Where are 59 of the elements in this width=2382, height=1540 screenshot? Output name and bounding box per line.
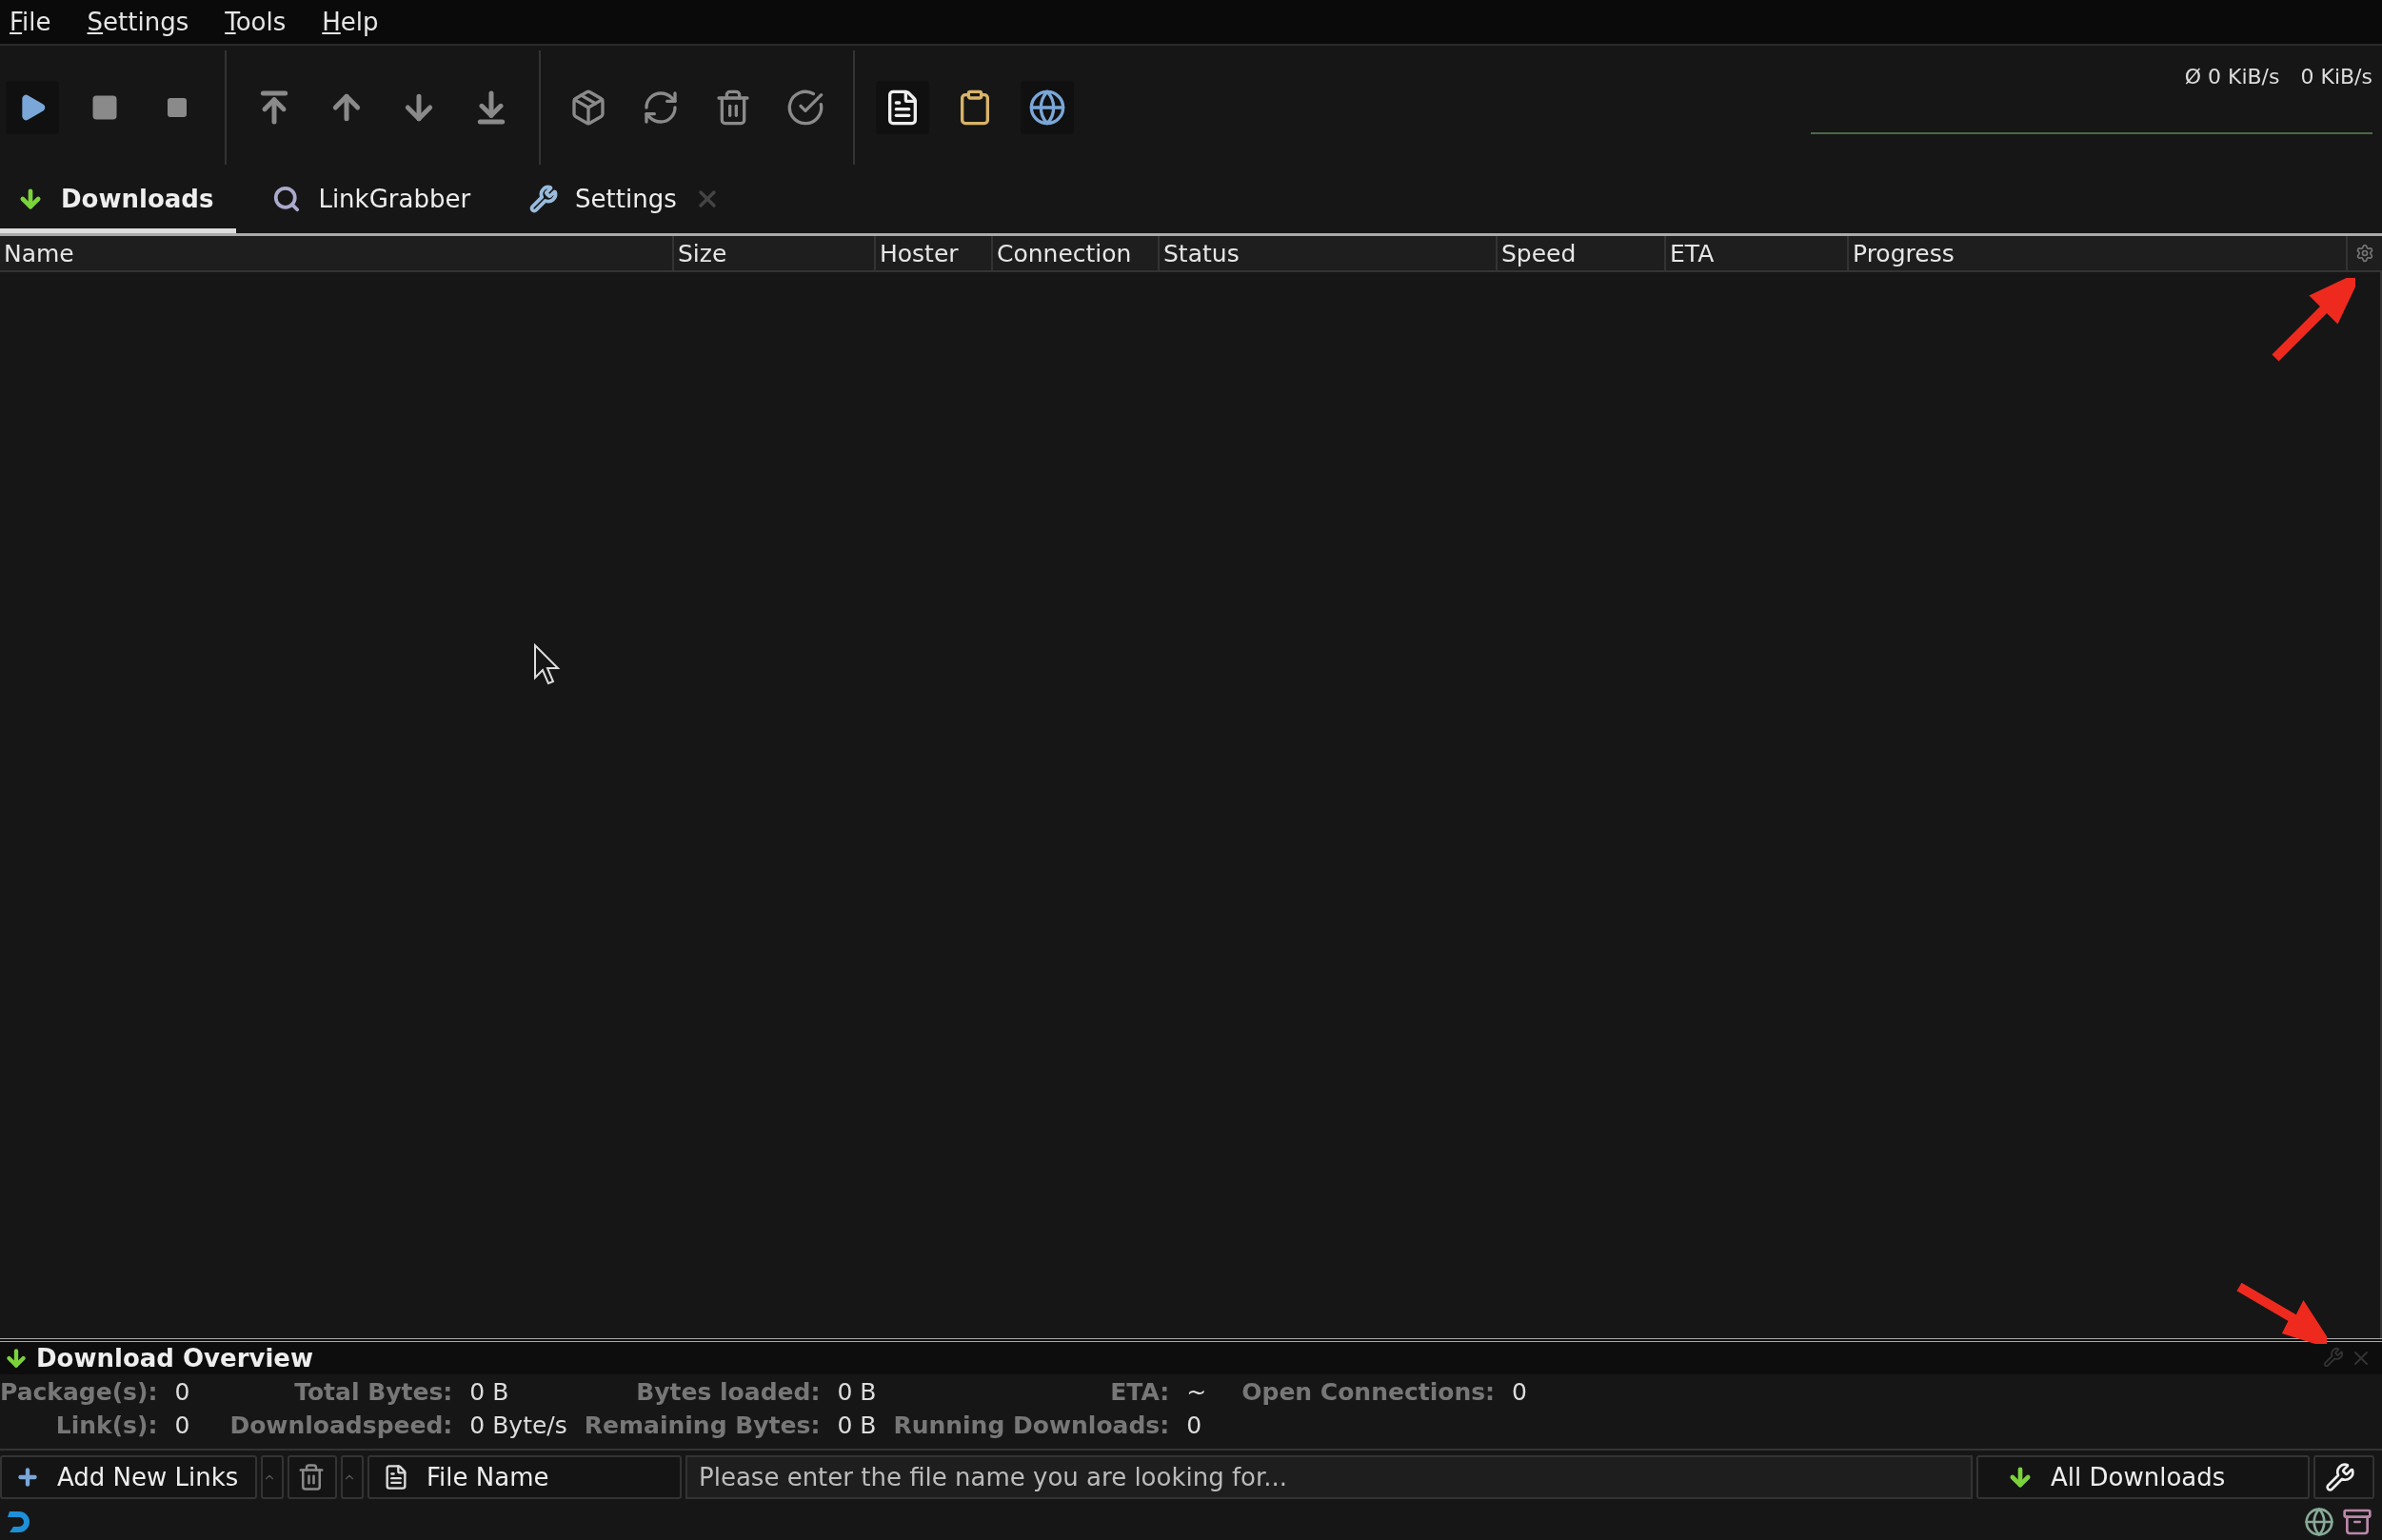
column-header[interactable]: Name bbox=[0, 236, 674, 270]
stat-value: 0 bbox=[174, 1412, 191, 1439]
search-by-dropdown[interactable]: File Name bbox=[367, 1455, 682, 1499]
menu-item[interactable]: Help bbox=[322, 8, 379, 36]
stat-label: Running Downloads: bbox=[893, 1412, 1170, 1439]
archive-icon bbox=[2342, 1507, 2372, 1537]
stat-value: ~ bbox=[1186, 1378, 1208, 1406]
add-links-button[interactable]: Add New Links bbox=[0, 1455, 257, 1499]
document-button[interactable] bbox=[876, 81, 929, 134]
settings-button[interactable] bbox=[2313, 1455, 2374, 1499]
stat-label: Total Bytes: bbox=[293, 1378, 453, 1406]
pointer-icon bbox=[533, 643, 562, 685]
tab[interactable]: Settings bbox=[512, 169, 744, 233]
column-header[interactable]: Size bbox=[674, 236, 876, 270]
speed-reading: Ø 0 KiB/s 0 KiB/s bbox=[2184, 65, 2372, 89]
tools-icon bbox=[529, 185, 559, 213]
tools-icon bbox=[2325, 1462, 2355, 1492]
stat-label: Package(s): bbox=[0, 1378, 158, 1406]
stop-icon bbox=[166, 96, 189, 119]
search-icon bbox=[272, 185, 302, 213]
stat-label: ETA: bbox=[1109, 1378, 1170, 1406]
column-header[interactable]: Hoster bbox=[876, 236, 993, 270]
stat-label: Downloadspeed: bbox=[229, 1412, 453, 1439]
stat-label: Bytes loaded: bbox=[635, 1378, 821, 1406]
column-header[interactable]: Status bbox=[1160, 236, 1498, 270]
delete-button[interactable] bbox=[288, 1455, 337, 1499]
annotation-arrow-icon bbox=[2235, 1283, 2327, 1344]
stat-value: 0 bbox=[1186, 1412, 1203, 1439]
stat-value: 0 B bbox=[837, 1412, 877, 1439]
stat-value: 0 Byte/s bbox=[469, 1412, 567, 1439]
stat-label: Open Connections: bbox=[1241, 1378, 1496, 1406]
stat-label: Link(s): bbox=[54, 1412, 158, 1439]
menu-item[interactable]: File bbox=[10, 8, 51, 36]
plus-icon bbox=[15, 1465, 40, 1490]
globe-icon bbox=[1028, 89, 1066, 127]
stat-value: 0 bbox=[1512, 1378, 1528, 1406]
view-filter-dropdown[interactable]: All Downloads bbox=[1976, 1455, 2310, 1499]
panel-title: Download Overview bbox=[36, 1344, 313, 1372]
globe-button[interactable] bbox=[1021, 81, 1074, 134]
menu-item[interactable]: Settings bbox=[87, 8, 189, 36]
refresh-icon bbox=[642, 89, 680, 127]
stat-value: 0 bbox=[174, 1378, 191, 1406]
stat-value: 0 B bbox=[837, 1378, 877, 1406]
square-icon bbox=[90, 93, 119, 122]
column-header[interactable]: ETA bbox=[1666, 236, 1849, 270]
search-field[interactable]: Please enter the file name you are looking for... bbox=[685, 1455, 1973, 1499]
menu-item[interactable]: Tools bbox=[225, 8, 287, 36]
check-icon bbox=[786, 89, 824, 127]
stat-label: Remaining Bytes: bbox=[584, 1412, 821, 1439]
package-icon bbox=[569, 89, 607, 127]
annotation-arrow-icon bbox=[2270, 278, 2355, 364]
gear-icon bbox=[2355, 244, 2374, 263]
column-header[interactable]: Connection bbox=[993, 236, 1160, 270]
stat-value: 0 B bbox=[469, 1378, 510, 1406]
column-header[interactable]: Speed bbox=[1498, 236, 1666, 270]
start-button[interactable] bbox=[6, 81, 59, 134]
tab[interactable]: LinkGrabber bbox=[255, 169, 494, 233]
trash-icon bbox=[297, 1463, 326, 1491]
globe-icon bbox=[2304, 1507, 2334, 1537]
